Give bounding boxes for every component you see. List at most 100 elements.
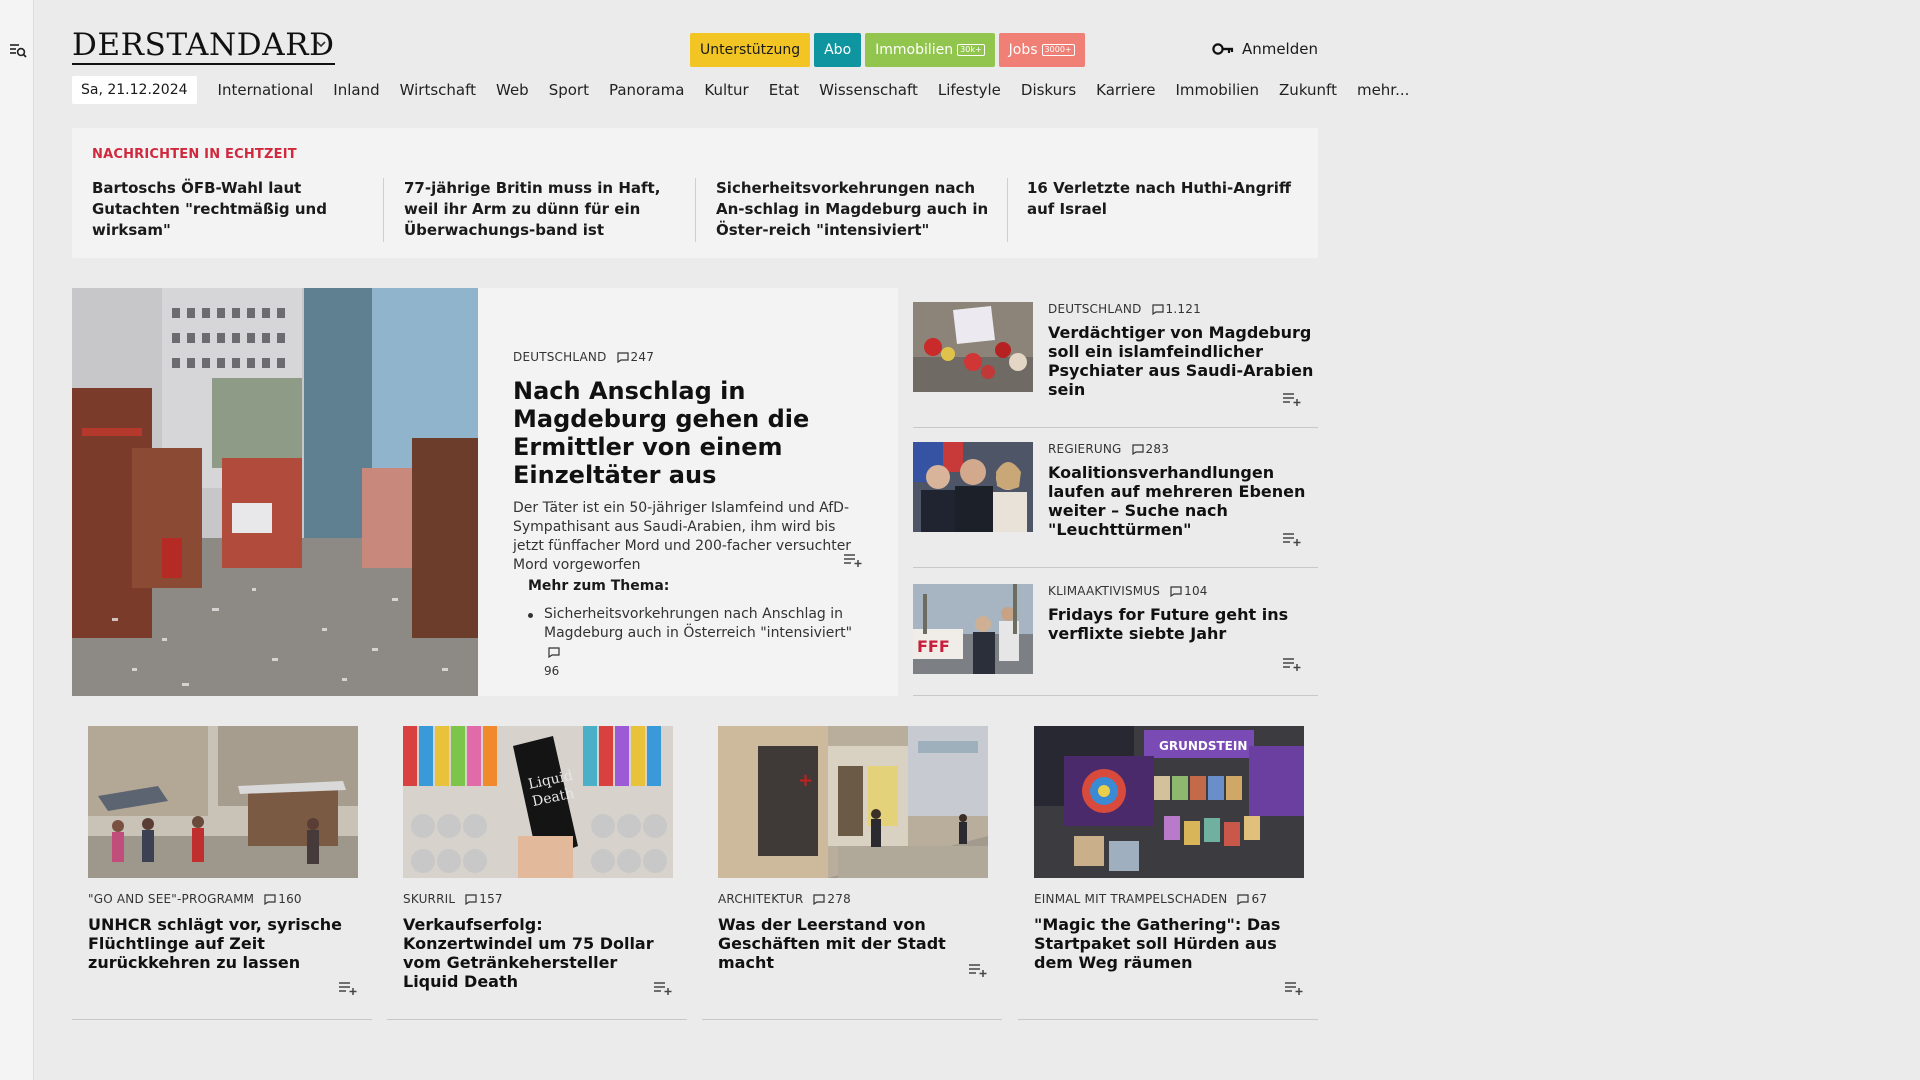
nav-item-wirtschaft[interactable]: Wirtschaft xyxy=(390,81,486,99)
card-body: EINMAL MIT TRAMPELSCHADEN 67 "Magic the … xyxy=(1034,892,1304,972)
nav-item-more[interactable]: mehr... xyxy=(1347,81,1419,99)
nav-item-diskurs[interactable]: Diskurs xyxy=(1011,81,1086,99)
article-kicker[interactable]: ARCHITEKTUR xyxy=(718,892,803,906)
nav-item-inland[interactable]: Inland xyxy=(323,81,389,99)
divider xyxy=(383,178,384,242)
comment-count[interactable]: 160 xyxy=(264,892,302,906)
comment-count-value: 96 xyxy=(544,664,560,678)
article-image[interactable]: GRUNDSTEIN xyxy=(1034,726,1304,878)
article-title[interactable]: Fridays for Future geht ins verflixte si… xyxy=(1048,605,1316,643)
nav-item-web[interactable]: Web xyxy=(486,81,539,99)
comment-count[interactable]: 157 xyxy=(465,892,503,906)
article-meta: EINMAL MIT TRAMPELSCHADEN 67 xyxy=(1034,892,1304,906)
article-card: GRUNDSTEIN EINMAL MIT TRAMPELSCHADEN 67 … xyxy=(1018,712,1318,1020)
live-news-item[interactable]: Bartoschs ÖFB-Wahl laut Gutachten "recht… xyxy=(92,178,378,241)
article-kicker[interactable]: REGIERUNG xyxy=(1048,442,1122,456)
svg-text:FFF: FFF xyxy=(917,637,950,656)
related-title: Mehr zum Thema: xyxy=(528,578,670,594)
comment-count[interactable]: 67 xyxy=(1237,892,1267,906)
add-to-list-icon[interactable] xyxy=(968,962,988,978)
article-kicker[interactable]: SKURRIL xyxy=(403,892,455,906)
hero-lead: Der Täter ist ein 50-jähriger Islamfeind… xyxy=(513,500,852,573)
article-meta: ARCHITEKTUR 278 xyxy=(718,892,988,906)
support-button[interactable]: Unterstützung xyxy=(690,33,811,67)
article-meta: KLIMAAKTIVISMUS 104 xyxy=(1048,584,1316,598)
article-title[interactable]: Verkaufserfolg: Konzertwindel um 75 Doll… xyxy=(403,915,673,991)
article-card: "GO AND SEE"-PROGRAMM 160 UNHCR schlägt … xyxy=(72,712,372,1020)
comment-count[interactable]: 247 xyxy=(616,350,655,364)
add-to-list-icon[interactable] xyxy=(1282,391,1302,407)
article-title[interactable]: Verdächtiger von Magdeburg soll ein isla… xyxy=(1048,323,1316,399)
article-title[interactable]: Was der Leerstand von Geschäften mit der… xyxy=(718,915,988,972)
comment-icon xyxy=(616,351,629,363)
comment-icon xyxy=(548,646,560,658)
nav-item-wissenschaft[interactable]: Wissenschaft xyxy=(809,81,928,99)
add-to-list-icon[interactable] xyxy=(338,980,358,996)
article-image[interactable]: FFF xyxy=(913,584,1033,674)
hero-title[interactable]: Nach Anschlag in Magdeburg gehen die Erm… xyxy=(513,377,868,489)
chevron-down-icon[interactable] xyxy=(316,40,326,48)
article-image[interactable] xyxy=(913,302,1033,392)
add-to-list-icon[interactable] xyxy=(843,552,863,568)
comment-count[interactable]: 1.121 xyxy=(1151,302,1201,316)
comment-count[interactable]: 104 xyxy=(1170,584,1208,598)
nav-item-karriere[interactable]: Karriere xyxy=(1086,81,1165,99)
article-title[interactable]: UNHCR schlägt vor, syrische Flüchtlinge … xyxy=(88,915,358,972)
immobilien-button[interactable]: Immobilien 30k+ xyxy=(865,33,995,67)
comment-count[interactable]: 278 xyxy=(813,892,851,906)
comment-count[interactable]: 283 xyxy=(1131,442,1170,456)
abo-button[interactable]: Abo xyxy=(814,33,862,67)
login-label: Anmelden xyxy=(1241,40,1318,58)
live-news-box: NACHRICHTEN IN ECHTZEIT Bartoschs ÖFB-Wa… xyxy=(72,128,1318,258)
nav-item-sport[interactable]: Sport xyxy=(539,81,599,99)
article-kicker[interactable]: DEUTSCHLAND xyxy=(1048,302,1142,316)
article-image[interactable] xyxy=(913,442,1033,532)
nav-item-zukunft[interactable]: Zukunft xyxy=(1269,81,1347,99)
card-body: ARCHITEKTUR 278 Was der Leerstand von Ge… xyxy=(718,892,988,972)
card-body: "GO AND SEE"-PROGRAMM 160 UNHCR schlägt … xyxy=(88,892,358,972)
article-title[interactable]: "Magic the Gathering": Das Startpaket so… xyxy=(1034,915,1304,972)
add-to-list-icon[interactable] xyxy=(653,980,673,996)
live-news-item[interactable]: Sicherheitsvorkehrungen nach An-schlag i… xyxy=(716,178,1002,241)
live-news-item[interactable]: 16 Verletzte nach Huthi-Angriff auf Isra… xyxy=(1027,178,1313,220)
article-kicker[interactable]: EINMAL MIT TRAMPELSCHADEN xyxy=(1034,892,1227,906)
comment-count-value: 1.121 xyxy=(1165,302,1201,316)
article-meta: DEUTSCHLAND 1.121 xyxy=(1048,302,1316,316)
hero-image[interactable] xyxy=(72,288,478,696)
nav-item-lifestyle[interactable]: Lifestyle xyxy=(928,81,1011,99)
article-kicker[interactable]: KLIMAAKTIVISMUS xyxy=(1048,584,1160,598)
article-image[interactable]: Liquid Death xyxy=(403,726,673,878)
support-label: Unterstützung xyxy=(700,42,801,58)
comment-icon xyxy=(465,893,477,905)
comment-icon xyxy=(1170,585,1182,597)
comment-icon xyxy=(813,893,826,905)
comment-count-value: 278 xyxy=(827,892,851,906)
article-card: + ARCHITEKTUR 278 Was der Leerstand von … xyxy=(702,712,1002,1020)
key-icon xyxy=(1212,43,1234,55)
article-kicker[interactable]: "GO AND SEE"-PROGRAMM xyxy=(88,892,254,906)
nav-item-international[interactable]: International xyxy=(208,81,324,99)
nav-item-kultur[interactable]: Kultur xyxy=(694,81,758,99)
add-to-list-icon[interactable] xyxy=(1282,531,1302,547)
article-kicker[interactable]: DEUTSCHLAND xyxy=(513,350,607,364)
live-news-item[interactable]: 77-jährige Britin muss in Haft, weil ihr… xyxy=(404,178,690,241)
nav-item-panorama[interactable]: Panorama xyxy=(599,81,694,99)
related-link[interactable]: Sicherheitsvorkehrungen nach Anschlag in… xyxy=(528,605,868,681)
site-logo[interactable]: DERSTANDARD xyxy=(72,30,335,65)
side-body: DEUTSCHLAND 1.121 Verdächtiger von Magde… xyxy=(1048,302,1316,399)
article-meta: DEUTSCHLAND 247 xyxy=(513,350,868,364)
nav-item-etat[interactable]: Etat xyxy=(759,81,809,99)
login-button[interactable]: Anmelden xyxy=(1212,40,1318,58)
main-nav: Sa, 21.12.2024 International Inland Wirt… xyxy=(72,76,1419,104)
article-image[interactable]: + xyxy=(718,726,988,878)
related-links: Mehr zum Thema: Sicherheitsvorkehrungen … xyxy=(528,578,868,681)
article-title[interactable]: Koalitionsverhandlungen laufen auf mehre… xyxy=(1048,463,1316,539)
nav-item-immobilien[interactable]: Immobilien xyxy=(1165,81,1269,99)
article-image[interactable] xyxy=(88,726,358,878)
add-to-list-icon[interactable] xyxy=(1284,980,1304,996)
side-body: REGIERUNG 283 Koalitionsverhandlungen la… xyxy=(1048,442,1316,539)
jobs-button[interactable]: Jobs 3000+ xyxy=(998,33,1085,67)
comment-count-value: 67 xyxy=(1251,892,1268,906)
add-to-list-icon[interactable] xyxy=(1282,656,1302,672)
search-menu-icon[interactable] xyxy=(9,42,27,58)
